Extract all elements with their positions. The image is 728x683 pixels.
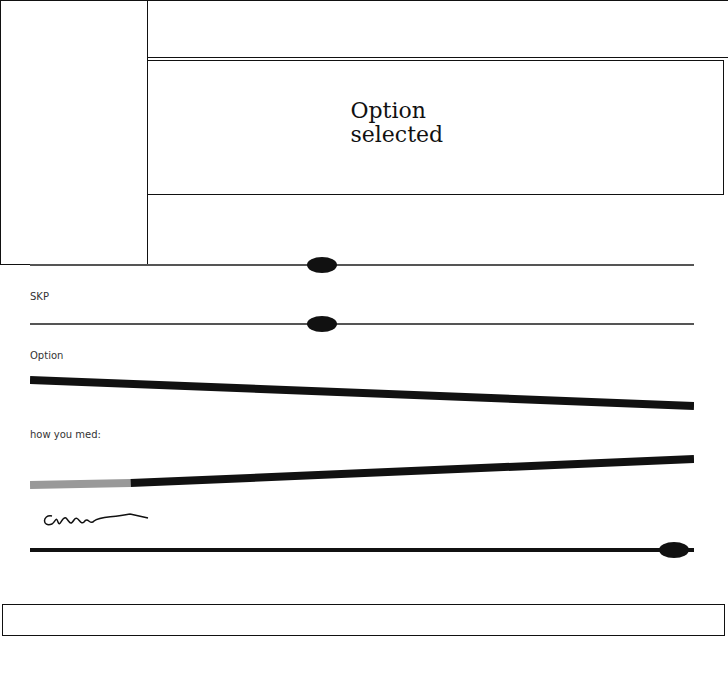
- control-label: how you med:: [30, 429, 694, 442]
- control: how you med:: [30, 429, 694, 490]
- main-panel: Option selected: [148, 60, 724, 195]
- ramp-slider[interactable]: [30, 375, 694, 411]
- control: [30, 257, 694, 273]
- top-bar: [148, 0, 728, 58]
- panel-text: Option selected: [351, 99, 461, 194]
- slider-knob[interactable]: [307, 257, 337, 273]
- top-section: Option selected: [0, 0, 728, 265]
- slider-track: [30, 548, 694, 552]
- slider-track: [30, 264, 694, 266]
- slider-track: [30, 323, 694, 325]
- control: Option: [30, 350, 694, 411]
- slider[interactable]: [30, 257, 694, 273]
- scribble-icon: [40, 508, 150, 530]
- ramp-slider[interactable]: [30, 454, 694, 490]
- sidebar: [0, 0, 148, 265]
- content: Option selected: [148, 0, 728, 265]
- slider[interactable]: [30, 316, 694, 332]
- slider-knob[interactable]: [659, 542, 689, 558]
- wireframe: Option selected SKP Option how you med:: [0, 0, 728, 683]
- control: [30, 508, 694, 558]
- control-label: SKP: [30, 291, 694, 304]
- controls: SKP Option how you med:: [0, 257, 728, 558]
- slider[interactable]: [30, 542, 694, 558]
- control-label: Option: [30, 350, 694, 363]
- control: SKP: [30, 291, 694, 332]
- slider-knob[interactable]: [307, 316, 337, 332]
- bottom-bar: [2, 604, 725, 636]
